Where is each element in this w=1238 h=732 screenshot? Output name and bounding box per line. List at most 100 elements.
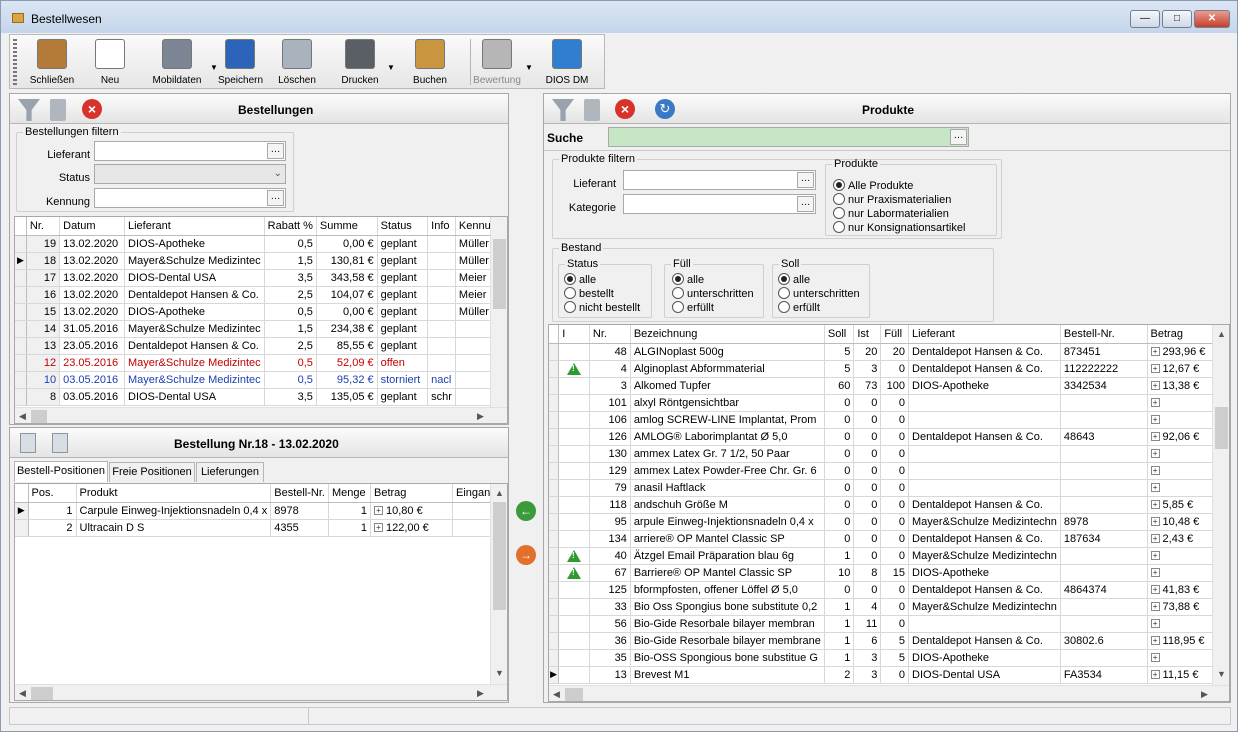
table-row[interactable]: 95 arpule Einweg-Injektionsnadeln 0,4 x00… — [549, 513, 1229, 531]
produkt-art-radio-0[interactable]: Alle Produkte — [833, 179, 913, 192]
bestand-soll-radio-2[interactable]: erfüllt — [778, 301, 820, 314]
expand-plus-icon[interactable]: + — [1150, 534, 1160, 544]
search-input[interactable]: … — [608, 127, 969, 147]
column-header[interactable]: Datum — [59, 217, 125, 236]
expand-plus-icon[interactable]: + — [1150, 398, 1160, 408]
column-header[interactable]: Status — [377, 217, 429, 236]
column-header[interactable]: Menge — [328, 484, 371, 503]
table-row[interactable]: 101 alxyl Röntgensichtbar 0 0 0 + — [549, 394, 1229, 412]
expand-plus-icon[interactable]: + — [1150, 670, 1160, 680]
column-header[interactable]: Betrag — [370, 484, 453, 503]
table-row[interactable]: 79 anasil Haftlack 0 0 0 + — [549, 479, 1229, 497]
bestellungen-hscroll[interactable]: ◀ ▶ — [15, 407, 507, 423]
column-header[interactable]: Bezeichnung — [630, 325, 825, 344]
table-row[interactable]: 3 Alkomed Tupfer 60 73 100 DIOS-Apotheke 33425… — [549, 377, 1229, 395]
expand-plus-icon[interactable]: + — [373, 506, 383, 516]
radio-button-icon[interactable] — [672, 273, 684, 285]
radio-button-icon[interactable] — [778, 273, 790, 285]
kategorie-browse-button[interactable]: … — [797, 196, 814, 212]
radio-button-icon[interactable] — [672, 301, 684, 313]
expand-plus-icon[interactable]: + — [1150, 636, 1160, 646]
produkt-art-radio-3[interactable]: nur Konsignationsartikel — [833, 221, 965, 234]
positionen-vscroll[interactable]: ▲ ▼ — [490, 484, 507, 684]
column-header[interactable]: Nr. — [589, 325, 631, 344]
column-header[interactable]: Bestell-Nr. — [1060, 325, 1148, 344]
bestand-soll-radio-1[interactable]: unterschritten — [778, 287, 860, 300]
expand-plus-icon[interactable]: + — [1150, 653, 1160, 663]
clear-filter-icon[interactable] — [584, 99, 600, 121]
table-row[interactable]: 13 23.05.2016 Dentaldepot Hansen & Co. 2,5 8… — [15, 337, 507, 355]
bestand-status-radio-1[interactable]: bestellt — [564, 287, 614, 300]
expand-plus-icon[interactable]: + — [1150, 619, 1160, 629]
column-header[interactable]: Füll — [880, 325, 910, 344]
radio-button-icon[interactable] — [564, 273, 576, 285]
column-header[interactable]: Info — [427, 217, 456, 236]
maximize-button[interactable]: □ — [1162, 10, 1192, 28]
expand-plus-icon[interactable]: + — [1150, 381, 1160, 391]
close-button[interactable]: ✕ — [1194, 10, 1230, 28]
lieferant-input[interactable]: … — [94, 141, 286, 161]
radio-button-icon[interactable] — [564, 287, 576, 299]
table-row[interactable]: ▶ 1 Carpule Einweg-Injektionsnadeln 0,4 x8… — [15, 502, 501, 520]
table-row[interactable]: 130 ammex Latex Gr. 7 1/2, 50 Paar 0 0 0 + — [549, 445, 1229, 463]
column-header[interactable]: Soll — [824, 325, 855, 344]
table-row[interactable]: 14 31.05.2016 Mayer&Schulze Medizintec 1,5 2… — [15, 320, 507, 338]
column-header[interactable]: Pos. — [28, 484, 77, 503]
bestand-fuell-radio-1[interactable]: unterschritten — [672, 287, 754, 300]
column-header[interactable]: Ist — [853, 325, 882, 344]
bestand-fuell-radio-0[interactable]: alle — [672, 273, 704, 286]
table-row[interactable]: 36 Bio-Gide Resorbale bilayer membrane 1 6 5… — [549, 632, 1229, 650]
radio-button-icon[interactable] — [833, 179, 845, 191]
table-row[interactable]: 129 ammex Latex Powder-Free Chr. Gr. 6000… — [549, 462, 1229, 480]
expand-plus-icon[interactable]: + — [1150, 602, 1160, 612]
toolbar-mobile-device-button[interactable]: Mobildaten — [146, 37, 208, 87]
table-row[interactable]: 8 03.05.2016 DIOS-Dental USA 3,5 135,05 € gep… — [15, 388, 507, 406]
toolbar-save-button[interactable]: Speichern — [218, 37, 263, 87]
toolbar-grip[interactable] — [13, 39, 17, 85]
radio-button-icon[interactable] — [564, 301, 576, 313]
produkte-vscroll[interactable]: ▲ ▼ — [1212, 325, 1229, 685]
radio-button-icon[interactable] — [833, 193, 845, 205]
bestellungen-vscroll[interactable] — [490, 217, 507, 407]
table-row[interactable]: 33 Bio Oss Spongius bone substitute 0,2 1 4… — [549, 598, 1229, 616]
toolbar-pdf-qm-button[interactable]: DIOS DM — [540, 37, 594, 87]
table-row[interactable]: 48 ALGINoplast 500g 5 20 20 Dentaldepot Hanse… — [549, 343, 1229, 361]
filter-icon[interactable] — [552, 99, 574, 121]
search-browse-button[interactable]: … — [950, 129, 967, 145]
table-row[interactable]: ! 4 Alginoplast Abformmaterial 5 3 0 Dentaldep… — [549, 360, 1229, 378]
expand-plus-icon[interactable]: + — [1150, 364, 1160, 374]
column-header[interactable]: Rabatt % — [264, 217, 317, 236]
kennung-input[interactable]: … — [94, 188, 286, 208]
toolbar-door-exit-button[interactable]: Schließen — [28, 37, 76, 87]
toolbar-new-document-button[interactable]: Neu — [90, 37, 130, 87]
add-to-order-button[interactable]: ← — [516, 501, 536, 521]
tab-bestell-positionen[interactable]: Bestell-Positionen — [14, 461, 108, 482]
produkt-lieferant-input[interactable]: … — [623, 170, 816, 190]
table-row[interactable]: 15 13.02.2020 DIOS-Apotheke 0,5 0,00 € geplan… — [15, 303, 507, 321]
positionen-hscroll[interactable]: ◀ ▶ — [15, 684, 507, 700]
bestand-status-radio-2[interactable]: nicht bestellt — [564, 301, 640, 314]
expand-plus-icon[interactable]: + — [1150, 449, 1160, 459]
add-position-icon[interactable] — [20, 433, 36, 453]
status-combo[interactable]: ⌄ — [94, 164, 286, 184]
refresh-icon[interactable]: ↻ — [655, 99, 675, 119]
minimize-button[interactable]: — — [1130, 10, 1160, 28]
expand-plus-icon[interactable]: + — [373, 523, 383, 533]
table-row[interactable]: 106 amlog SCREW-LINE Implantat, Prom 0 0 0 + — [549, 411, 1229, 429]
column-header[interactable]: Bestell-Nr. — [270, 484, 329, 503]
expand-plus-icon[interactable]: + — [1150, 415, 1160, 425]
radio-button-icon[interactable] — [778, 287, 790, 299]
table-row[interactable]: 17 13.02.2020 DIOS-Dental USA 3,5 343,58 € ge… — [15, 269, 507, 287]
chevron-down-icon[interactable]: ▼ — [210, 63, 218, 72]
table-row[interactable]: 12 23.05.2016 Mayer&Schulze Medizintec 0,5 5… — [15, 354, 507, 372]
expand-plus-icon[interactable]: + — [1150, 568, 1160, 578]
expand-plus-icon[interactable]: + — [1150, 500, 1160, 510]
column-header[interactable]: Lieferant — [908, 325, 1061, 344]
column-header[interactable]: Nr. — [26, 217, 61, 236]
radio-button-icon[interactable] — [672, 287, 684, 299]
column-header[interactable]: Summe — [316, 217, 378, 236]
table-row[interactable]: 19 13.02.2020 DIOS-Apotheke 0,5 0,00 € geplan… — [15, 235, 507, 253]
toolbar-box-check-button[interactable]: Buchen — [408, 37, 452, 87]
chevron-down-icon[interactable]: ▼ — [525, 63, 533, 72]
kennung-browse-button[interactable]: … — [267, 190, 284, 206]
